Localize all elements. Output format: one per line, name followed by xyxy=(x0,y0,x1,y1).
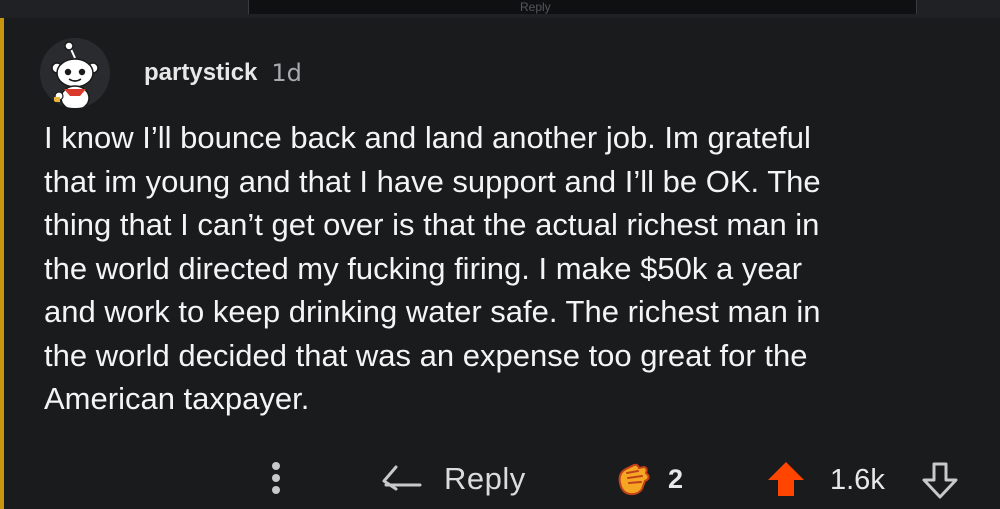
downvote-arrow-icon[interactable] xyxy=(918,458,962,502)
previous-comment-box xyxy=(248,0,917,14)
comment-body: I know I’ll bounce back and land another… xyxy=(44,120,821,416)
vote-score: 1.6k xyxy=(830,464,885,496)
snoo-avatar-icon[interactable] xyxy=(40,38,110,108)
more-options-icon[interactable] xyxy=(266,462,286,498)
previous-comment-strip: Reply xyxy=(0,0,1000,19)
award-hand-icon xyxy=(618,463,650,496)
username-link[interactable]: partystick xyxy=(144,59,257,87)
comment-header: partystick 1d xyxy=(40,38,302,108)
comment-card: partystick 1d I know I’ll bounce back an… xyxy=(4,18,1000,509)
award-count: 2 xyxy=(668,463,684,494)
reply-arrow-icon xyxy=(382,465,422,491)
award-button[interactable]: 2 xyxy=(612,456,683,502)
comment-age: 1d xyxy=(271,59,302,87)
reply-label: Reply xyxy=(444,461,526,496)
comment-actions-bar: Reply 2 1.6k xyxy=(4,450,1000,509)
previous-comment-faint-text: Reply xyxy=(520,0,551,14)
upvote-arrow-icon[interactable] xyxy=(764,458,808,502)
reply-button[interactable]: Reply xyxy=(380,456,526,502)
